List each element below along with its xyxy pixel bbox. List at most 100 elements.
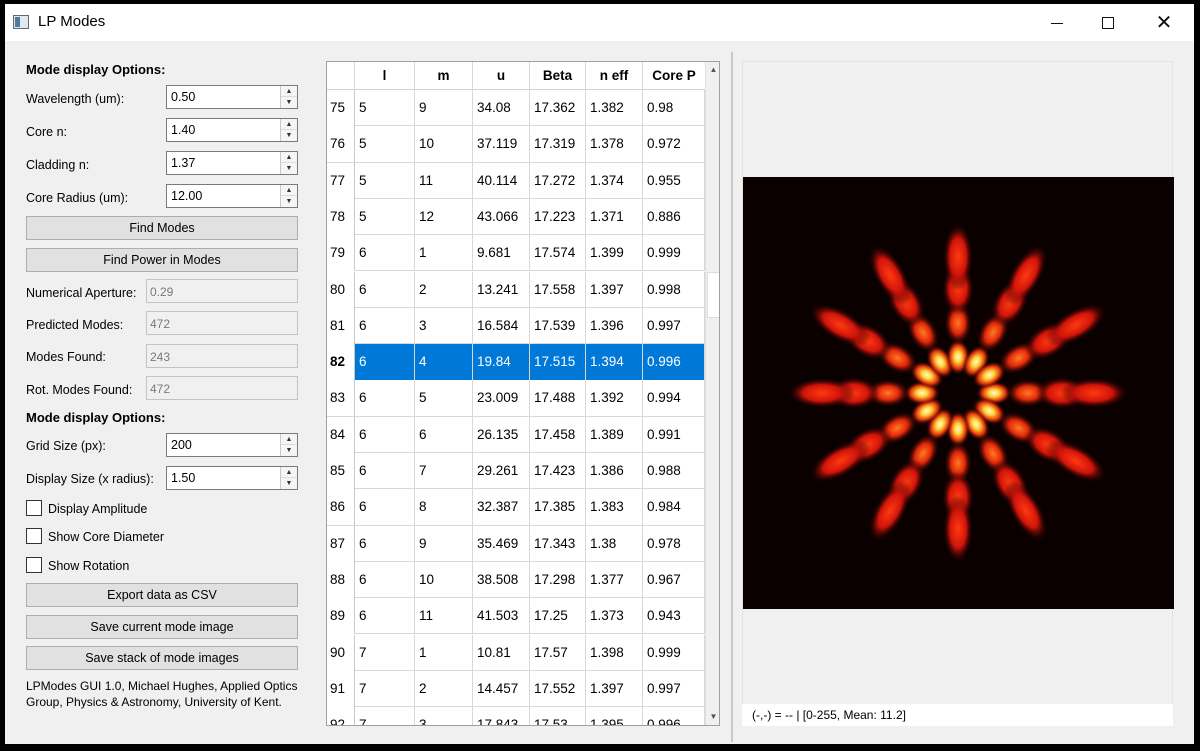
table-cell[interactable]: 9.681 — [473, 235, 530, 272]
row-index[interactable]: 79 — [327, 235, 355, 272]
table-cell[interactable]: 0.994 — [643, 380, 705, 417]
table-row[interactable]: 76 5 10 37.119 17.319 1.378 0.972 — [327, 126, 705, 163]
table-cell[interactable]: 17.574 — [530, 235, 586, 272]
table-row[interactable]: 83 6 5 23.009 17.488 1.392 0.994 — [327, 380, 705, 417]
display-amplitude-checkbox[interactable] — [26, 500, 42, 516]
table-row[interactable]: 90 7 1 10.81 17.57 1.398 0.999 — [327, 634, 705, 671]
row-index[interactable]: 85 — [327, 453, 355, 489]
table-cell[interactable]: 0.997 — [643, 307, 705, 344]
table-cell[interactable]: 7 — [415, 453, 473, 489]
table-cell[interactable]: 11 — [415, 598, 473, 635]
table-cell[interactable]: 0.955 — [643, 162, 705, 199]
table-cell[interactable]: 0.988 — [643, 453, 705, 489]
table-cell[interactable]: 0.999 — [643, 634, 705, 671]
table-row[interactable]: 77 5 11 40.114 17.272 1.374 0.955 — [327, 162, 705, 199]
table-cell[interactable]: 2 — [415, 670, 473, 707]
row-index[interactable]: 89 — [327, 598, 355, 635]
table-cell[interactable]: 1.397 — [586, 271, 643, 308]
table-cell[interactable]: 1.395 — [586, 707, 643, 725]
column-header[interactable]: n eff — [586, 62, 643, 90]
table-cell[interactable]: 6 — [355, 561, 415, 598]
table-cell[interactable]: 16.584 — [473, 307, 530, 344]
row-index[interactable]: 90 — [327, 634, 355, 671]
column-header[interactable]: u — [473, 62, 530, 90]
table-cell[interactable]: 17.458 — [530, 416, 586, 453]
table-scrollbar[interactable]: ▲ ▼ — [705, 62, 719, 725]
table-cell[interactable]: 5 — [355, 198, 415, 235]
table-cell[interactable]: 0.943 — [643, 598, 705, 635]
table-cell[interactable]: 41.503 — [473, 598, 530, 635]
table-cell[interactable]: 0.999 — [643, 235, 705, 272]
table-cell[interactable]: 0.978 — [643, 525, 705, 562]
table-cell[interactable]: 9 — [415, 525, 473, 562]
table-cell[interactable]: 0.997 — [643, 670, 705, 707]
table-cell[interactable]: 10 — [415, 126, 473, 163]
spin-up-icon[interactable]: ▲ — [281, 185, 297, 196]
table-cell[interactable]: 1.389 — [586, 416, 643, 453]
table-cell[interactable]: 5 — [355, 162, 415, 199]
core-n-spinbox[interactable]: 1.40 ▲ ▼ — [166, 118, 298, 142]
table-cell[interactable]: 4 — [415, 344, 473, 381]
table-row[interactable]: 86 6 8 32.387 17.385 1.383 0.984 — [327, 489, 705, 526]
table-cell[interactable]: 2 — [415, 271, 473, 308]
table-cell[interactable]: 17.515 — [530, 344, 586, 381]
table-row[interactable]: 82 6 4 19.84 17.515 1.394 0.996 — [327, 344, 705, 381]
table-cell[interactable]: 1.374 — [586, 162, 643, 199]
row-index[interactable]: 92 — [327, 707, 355, 725]
table-cell[interactable]: 37.119 — [473, 126, 530, 163]
row-index[interactable]: 75 — [327, 90, 355, 126]
spin-down-icon[interactable]: ▼ — [281, 196, 297, 207]
table-cell[interactable]: 9 — [415, 90, 473, 126]
table-cell[interactable]: 17.53 — [530, 707, 586, 725]
table-cell[interactable]: 14.457 — [473, 670, 530, 707]
table-row[interactable]: 91 7 2 14.457 17.552 1.397 0.997 — [327, 670, 705, 708]
table-cell[interactable]: 6 — [355, 235, 415, 272]
spin-up-icon[interactable]: ▲ — [281, 86, 297, 97]
table-row[interactable]: 85 6 7 29.261 17.423 1.386 0.988 — [327, 453, 705, 490]
column-header[interactable]: l — [355, 62, 415, 90]
table-cell[interactable]: 1.397 — [586, 670, 643, 707]
spin-up-icon[interactable]: ▲ — [281, 467, 297, 478]
row-index[interactable]: 78 — [327, 198, 355, 235]
table-row[interactable]: 80 6 2 13.241 17.558 1.397 0.998 — [327, 271, 705, 308]
table-cell[interactable]: 29.261 — [473, 453, 530, 489]
table-cell[interactable]: 1.399 — [586, 235, 643, 272]
table-cell[interactable]: 6 — [355, 307, 415, 344]
spin-up-icon[interactable]: ▲ — [281, 152, 297, 163]
table-cell[interactable]: 6 — [355, 416, 415, 453]
row-index[interactable]: 77 — [327, 162, 355, 199]
column-header[interactable]: Core P — [643, 62, 705, 90]
table-cell[interactable]: 13.241 — [473, 271, 530, 308]
table-cell[interactable]: 26.135 — [473, 416, 530, 453]
table-cell[interactable]: 17.362 — [530, 90, 586, 126]
display-size-spinbox[interactable]: 1.50 ▲ ▼ — [166, 466, 298, 490]
close-button[interactable]: ✕ — [1141, 4, 1187, 41]
table-cell[interactable]: 40.114 — [473, 162, 530, 199]
table-cell[interactable]: 1.38 — [586, 525, 643, 562]
table-cell[interactable]: 10 — [415, 561, 473, 598]
save-stack-button[interactable]: Save stack of mode images — [26, 646, 298, 670]
panel-splitter[interactable] — [731, 52, 733, 742]
table-cell[interactable]: 6 — [355, 453, 415, 489]
table-cell[interactable]: 6 — [355, 525, 415, 562]
table-cell[interactable]: 32.387 — [473, 489, 530, 526]
show-rotation-checkbox[interactable] — [26, 557, 42, 573]
scroll-thumb[interactable] — [707, 272, 719, 318]
table-cell[interactable]: 1.386 — [586, 453, 643, 489]
display-amplitude-label[interactable]: Display Amplitude — [48, 502, 147, 516]
row-index[interactable]: 84 — [327, 416, 355, 453]
table-cell[interactable]: 1.394 — [586, 344, 643, 381]
row-index[interactable]: 91 — [327, 670, 355, 707]
table-cell[interactable]: 3 — [415, 307, 473, 344]
export-csv-button[interactable]: Export data as CSV — [26, 583, 298, 607]
table-cell[interactable]: 1 — [415, 235, 473, 272]
table-cell[interactable]: 7 — [355, 670, 415, 707]
table-cell[interactable]: 17.25 — [530, 598, 586, 635]
table-row[interactable]: 89 6 11 41.503 17.25 1.373 0.943 — [327, 598, 705, 635]
table-cell[interactable]: 1.396 — [586, 307, 643, 344]
row-index[interactable]: 81 — [327, 307, 355, 344]
table-cell[interactable]: 6 — [355, 598, 415, 635]
table-cell[interactable]: 7 — [355, 707, 415, 725]
table-cell[interactable]: 6 — [355, 380, 415, 417]
table-cell[interactable]: 6 — [355, 271, 415, 308]
